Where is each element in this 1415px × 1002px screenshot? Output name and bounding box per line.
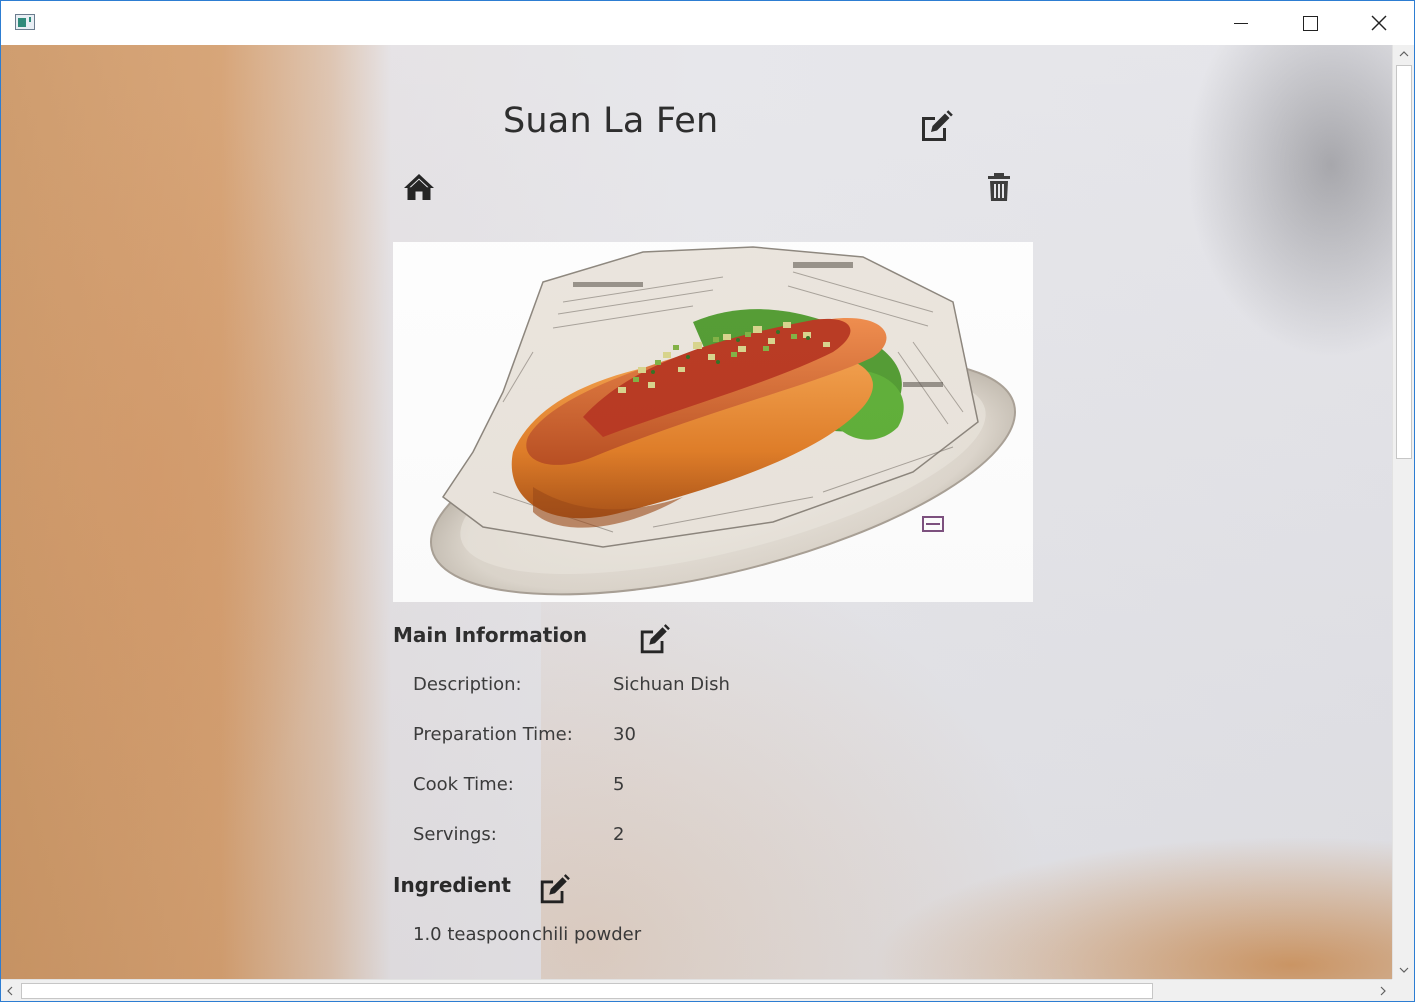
chevron-right-icon <box>1380 986 1386 996</box>
edit-icon <box>540 874 570 904</box>
edit-main-information-button[interactable] <box>634 621 674 659</box>
minimize-button[interactable] <box>1206 1 1276 45</box>
home-button[interactable] <box>401 170 437 204</box>
scrollbar-corner <box>1392 979 1414 1001</box>
ingredient-name: chili powder <box>532 924 642 945</box>
horizontal-scroll-thumb[interactable] <box>21 983 1153 999</box>
preparation-time-label: Preparation Time: <box>413 724 573 745</box>
edit-icon <box>922 110 953 141</box>
trash-icon <box>988 173 1010 201</box>
home-icon <box>404 174 434 200</box>
servings-value: 2 <box>613 824 625 845</box>
scroll-left-button[interactable] <box>1 980 19 1002</box>
app-window: Suan La Fen Main Information Description… <box>0 0 1415 1002</box>
recipe-image <box>393 242 1033 602</box>
cook-time-value: 5 <box>613 774 625 795</box>
servings-label: Servings: <box>413 824 497 845</box>
scroll-down-button[interactable] <box>1393 961 1415 979</box>
recipe-title: Suan La Fen <box>503 101 719 141</box>
recipe-detail-view: Suan La Fen Main Information Description… <box>1 45 1392 979</box>
ingredient-quantity: 1.0 teaspoon <box>413 924 531 945</box>
recipe-photo <box>430 246 1016 596</box>
description-label: Description: <box>413 674 522 695</box>
minimize-icon <box>1234 22 1248 24</box>
delete-button[interactable] <box>984 170 1014 204</box>
close-button[interactable] <box>1344 1 1414 45</box>
main-information-heading: Main Information <box>393 623 588 647</box>
scroll-right-button[interactable] <box>1374 980 1392 1002</box>
chevron-left-icon <box>7 986 13 996</box>
cook-time-label: Cook Time: <box>413 774 514 795</box>
chevron-down-icon <box>1399 967 1409 973</box>
ingredient-heading: Ingredient <box>393 873 511 897</box>
edit-ingredient-button[interactable] <box>534 871 574 909</box>
horizontal-scrollbar[interactable] <box>1 979 1392 1001</box>
preparation-time-value: 30 <box>613 724 636 745</box>
maximize-button[interactable] <box>1275 1 1345 45</box>
vertical-scrollbar[interactable] <box>1392 45 1414 979</box>
chevron-up-icon <box>1399 51 1409 57</box>
description-value: Sichuan Dish <box>613 674 730 695</box>
title-bar <box>1 1 1414 45</box>
scroll-up-button[interactable] <box>1393 45 1415 63</box>
vertical-scroll-thumb[interactable] <box>1396 65 1412 459</box>
maximize-icon <box>1302 15 1318 31</box>
edit-icon <box>640 624 670 654</box>
close-icon <box>1371 15 1387 31</box>
edit-title-button[interactable] <box>915 107 957 147</box>
app-icon <box>15 14 35 30</box>
